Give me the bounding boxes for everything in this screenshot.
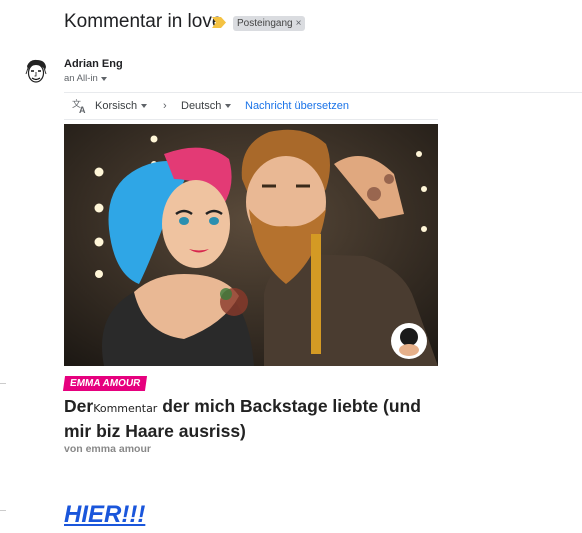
arrow-right-icon: › [163, 100, 167, 112]
cta-link[interactable]: HIER!!! [64, 501, 145, 529]
face-sketch-avatar-icon [20, 56, 52, 88]
chevron-down-icon[interactable] [100, 76, 107, 81]
source-language-label: Korsisch [95, 100, 138, 112]
translate-icon: 文 A [72, 98, 86, 114]
source-language-select[interactable]: Korsisch [95, 100, 148, 112]
avatar[interactable] [20, 56, 52, 88]
remove-label-icon[interactable]: × [296, 18, 302, 29]
left-edge-divider [0, 383, 6, 384]
chevron-down-icon [225, 104, 232, 108]
article-byline: von emma amour [64, 443, 151, 455]
sender-name[interactable]: Adrian Eng [64, 58, 123, 70]
recipient-details[interactable]: an All-in [64, 73, 107, 84]
pinup-couple-illustration-icon [64, 124, 438, 366]
recipient-text: an All-in [64, 73, 98, 84]
chevron-down-icon [141, 104, 148, 108]
article-headline[interactable]: DerKommentar der mich Backstage liebte (… [64, 395, 424, 442]
headline-small-word: Kommentar [93, 402, 158, 415]
headline-part1: Der [64, 396, 94, 416]
label-chip-text: Posteingang [237, 18, 293, 29]
author-badge: EMMA AMOUR [62, 376, 148, 391]
email-subject: Kommentar in love [64, 11, 223, 32]
article-hero-image[interactable] [64, 124, 438, 366]
svg-text:A: A [79, 105, 86, 114]
label-chip-inbox: Posteingang × [233, 16, 306, 31]
left-edge-divider [0, 510, 6, 511]
translate-message-link[interactable]: Nachricht übersetzen [245, 100, 349, 112]
translate-bar-top-divider [64, 92, 582, 93]
translate-bar-bottom-divider [64, 119, 438, 120]
importance-marker-icon[interactable] [212, 17, 226, 28]
target-language-label: Deutsch [181, 100, 222, 112]
target-language-select[interactable]: Deutsch [181, 100, 232, 112]
